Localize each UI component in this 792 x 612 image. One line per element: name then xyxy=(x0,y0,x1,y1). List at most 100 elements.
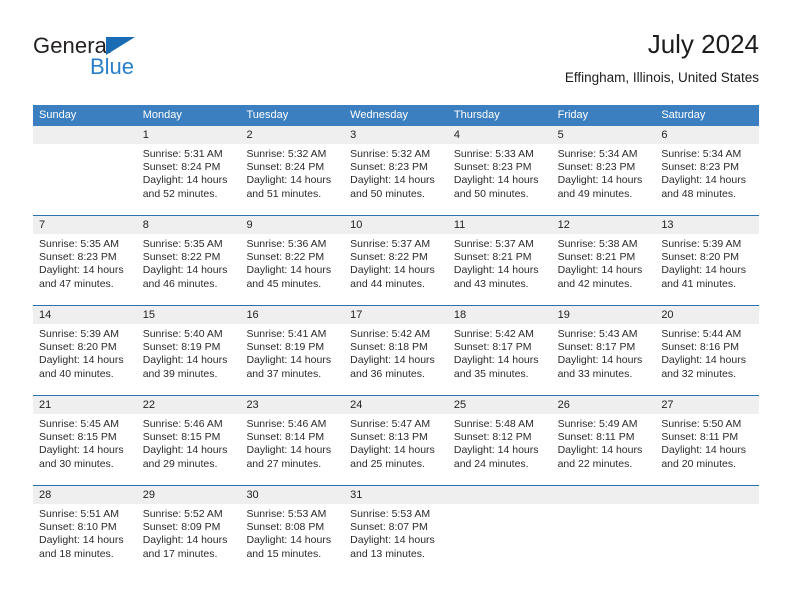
day-cell[interactable]: Sunrise: 5:32 AM Sunset: 8:23 PM Daylight:… xyxy=(344,144,448,215)
day-cell[interactable]: Sunrise: 5:43 AM Sunset: 8:17 PM Daylight:… xyxy=(552,324,656,395)
page-header: General Blue July 2024 Effingham, Illino… xyxy=(33,28,759,98)
day-daylight-line-text: and 22 minutes. xyxy=(557,457,633,470)
day-daylight-line-text: Daylight: 14 hours xyxy=(39,534,124,547)
day-sunset-text: Sunset: 8:15 PM xyxy=(39,431,117,444)
day-cell[interactable]: Sunrise: 5:46 AM Sunset: 8:15 PM Daylight:… xyxy=(137,414,241,485)
day-cell[interactable]: Sunrise: 5:31 AM Sunset: 8:24 PM Daylight:… xyxy=(137,144,241,215)
day-number[interactable]: 2 xyxy=(240,126,344,144)
day-cell[interactable]: Sunrise: 5:33 AM Sunset: 8:23 PM Daylight:… xyxy=(448,144,552,215)
day-sunset-text: Sunset: 8:23 PM xyxy=(350,161,428,174)
calendar-week-row: 28 29 30 31 Sunrise: 5:51 AM Sunset: 8:10 PM D… xyxy=(33,485,759,575)
day-number[interactable]: 9 xyxy=(240,216,344,234)
day-cell[interactable]: Sunrise: 5:40 AM Sunset: 8:19 PM Daylight:… xyxy=(137,324,241,395)
day-cell[interactable]: Sunrise: 5:32 AM Sunset: 8:24 PM Daylight:… xyxy=(240,144,344,215)
day-sunset-text: Sunset: 8:23 PM xyxy=(453,161,532,174)
day-number[interactable]: 15 xyxy=(137,306,241,324)
day-cell[interactable]: Sunrise: 5:39 AM Sunset: 8:20 PM Daylight:… xyxy=(655,234,759,305)
day-number[interactable]: 12 xyxy=(552,216,656,234)
day-number[interactable]: 20 xyxy=(655,306,759,324)
day-number[interactable]: 14 xyxy=(33,306,137,324)
day-cell[interactable]: Sunrise: 5:41 AM Sunset: 8:19 PM Daylight:… xyxy=(240,324,344,395)
week-detail-band: Sunrise: 5:31 AM Sunset: 8:24 PM Daylight:… xyxy=(33,144,759,215)
day-cell[interactable]: Sunrise: 5:35 AM Sunset: 8:23 PM Daylight:… xyxy=(33,234,137,305)
day-number[interactable]: 3 xyxy=(344,126,448,144)
day-daylight-line-text: and 42 minutes. xyxy=(557,277,633,290)
day-daylight-line-text: and 25 minutes. xyxy=(350,457,425,470)
day-number[interactable]: 24 xyxy=(344,396,448,414)
day-cell[interactable]: Sunrise: 5:37 AM Sunset: 8:21 PM Daylight:… xyxy=(448,234,552,305)
day-number[interactable]: 13 xyxy=(655,216,759,234)
day-cell[interactable]: Sunrise: 5:53 AM Sunset: 8:07 PM Daylight:… xyxy=(344,504,448,575)
weekday-header-friday: Friday xyxy=(557,109,589,121)
day-cell[interactable]: Sunrise: 5:53 AM Sunset: 8:08 PM Daylight:… xyxy=(240,504,344,575)
day-daylight-line-text: Daylight: 14 hours xyxy=(39,444,124,457)
day-cell[interactable]: Sunrise: 5:36 AM Sunset: 8:22 PM Daylight:… xyxy=(240,234,344,305)
day-cell[interactable]: Sunrise: 5:42 AM Sunset: 8:17 PM Daylight:… xyxy=(448,324,552,395)
day-cell[interactable]: Sunrise: 5:49 AM Sunset: 8:11 PM Daylight:… xyxy=(552,414,656,485)
weekday-header-sunday: Sunday xyxy=(39,109,77,121)
weekday-header-row: Sunday Monday Tuesday Wednesday Thursday Frid… xyxy=(33,105,759,126)
day-daylight-line-text: Daylight: 14 hours xyxy=(557,174,643,187)
day-number[interactable]: 22 xyxy=(137,396,241,414)
day-sunrise-text: Sunrise: 5:34 AM xyxy=(557,148,638,160)
day-sunset-text: Sunset: 8:17 PM xyxy=(453,341,532,354)
day-cell[interactable]: Sunrise: 5:39 AM Sunset: 8:20 PM Daylight:… xyxy=(33,324,137,395)
day-cell[interactable]: Sunrise: 5:51 AM Sunset: 8:10 PM Daylight:… xyxy=(33,504,137,575)
day-daylight-line-text: and 50 minutes. xyxy=(350,187,425,200)
day-cell[interactable]: Sunrise: 5:46 AM Sunset: 8:14 PM Daylight:… xyxy=(240,414,344,485)
day-number[interactable]: 27 xyxy=(655,396,759,414)
day-number[interactable]: 31 xyxy=(344,486,448,504)
day-sunrise-text: Sunrise: 5:43 AM xyxy=(557,328,638,340)
day-number[interactable]: 17 xyxy=(344,306,448,324)
day-number[interactable]: 8 xyxy=(137,216,241,234)
day-daylight-line-text: and 27 minutes. xyxy=(246,457,322,470)
day-sunrise-text: Sunrise: 5:46 AM xyxy=(142,418,223,430)
day-number[interactable]: 1 xyxy=(137,126,241,144)
day-daylight-line-text: Daylight: 14 hours xyxy=(246,444,332,457)
day-daylight-line-text: and 39 minutes. xyxy=(142,367,218,380)
day-sunset-text: Sunset: 8:21 PM xyxy=(557,251,636,264)
day-number[interactable]: 5 xyxy=(552,126,656,144)
day-number[interactable]: 6 xyxy=(655,126,759,144)
day-cell[interactable]: Sunrise: 5:35 AM Sunset: 8:22 PM Daylight:… xyxy=(137,234,241,305)
day-daylight-line-text: Daylight: 14 hours xyxy=(453,444,539,457)
day-cell[interactable]: Sunrise: 5:50 AM Sunset: 8:11 PM Daylight:… xyxy=(655,414,759,485)
day-sunrise-text: Sunrise: 5:53 AM xyxy=(350,508,431,520)
day-daylight-line-text: Daylight: 14 hours xyxy=(142,264,228,277)
week-detail-band: Sunrise: 5:45 AM Sunset: 8:15 PM Daylight:… xyxy=(33,414,759,485)
day-number[interactable]: 4 xyxy=(448,126,552,144)
day-number[interactable]: 19 xyxy=(552,306,656,324)
day-sunrise-text: Sunrise: 5:36 AM xyxy=(246,238,327,250)
day-number[interactable]: 7 xyxy=(33,216,137,234)
day-number[interactable]: 30 xyxy=(240,486,344,504)
day-cell[interactable]: Sunrise: 5:44 AM Sunset: 8:16 PM Daylight:… xyxy=(655,324,759,395)
day-number[interactable]: 11 xyxy=(448,216,552,234)
day-cell[interactable]: Sunrise: 5:48 AM Sunset: 8:12 PM Daylight:… xyxy=(448,414,552,485)
day-cell[interactable]: Sunrise: 5:52 AM Sunset: 8:09 PM Daylight:… xyxy=(137,504,241,575)
day-cell[interactable]: Sunrise: 5:42 AM Sunset: 8:18 PM Daylight:… xyxy=(344,324,448,395)
day-number[interactable]: 28 xyxy=(33,486,137,504)
day-daylight-line-text: Daylight: 14 hours xyxy=(350,444,435,457)
day-number[interactable]: 23 xyxy=(240,396,344,414)
day-cell[interactable]: Sunrise: 5:38 AM Sunset: 8:21 PM Daylight:… xyxy=(552,234,656,305)
day-number[interactable]: 29 xyxy=(137,486,241,504)
day-number[interactable]: 26 xyxy=(552,396,656,414)
day-number[interactable]: 25 xyxy=(448,396,552,414)
day-number[interactable]: 16 xyxy=(240,306,344,324)
day-cell[interactable]: Sunrise: 5:34 AM Sunset: 8:23 PM Daylight:… xyxy=(655,144,759,215)
day-sunset-text: Sunset: 8:15 PM xyxy=(142,431,221,444)
day-cell[interactable]: Sunrise: 5:45 AM Sunset: 8:15 PM Daylight:… xyxy=(33,414,137,485)
day-daylight-line-text: Daylight: 14 hours xyxy=(350,534,435,547)
day-number[interactable]: 10 xyxy=(344,216,448,234)
day-number[interactable]: 18 xyxy=(448,306,552,324)
day-daylight-line-text: and 44 minutes. xyxy=(350,277,425,290)
day-sunset-text: Sunset: 8:19 PM xyxy=(246,341,325,354)
day-number[interactable]: 21 xyxy=(33,396,137,414)
page-title: July 2024 xyxy=(647,29,759,59)
general-blue-logo[interactable]: General Blue xyxy=(33,34,213,86)
day-sunrise-text: Sunrise: 5:53 AM xyxy=(246,508,327,520)
day-cell[interactable]: Sunrise: 5:37 AM Sunset: 8:22 PM Daylight:… xyxy=(344,234,448,305)
day-sunrise-text: Sunrise: 5:39 AM xyxy=(661,238,742,250)
day-cell[interactable]: Sunrise: 5:47 AM Sunset: 8:13 PM Daylight:… xyxy=(344,414,448,485)
day-cell[interactable]: Sunrise: 5:34 AM Sunset: 8:23 PM Daylight:… xyxy=(552,144,656,215)
